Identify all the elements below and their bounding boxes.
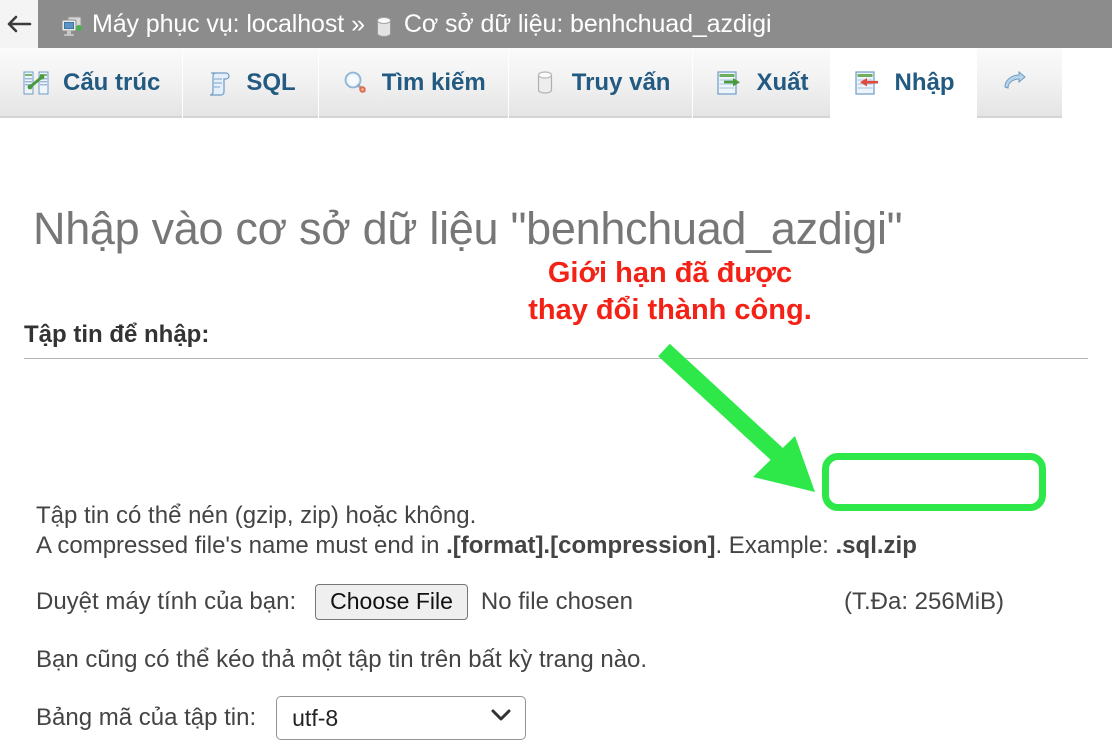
compression-note: Tập tin có thể nén (gzip, zip) hoặc khôn… (36, 502, 477, 529)
tab-structure[interactable]: Cấu trúc (0, 48, 184, 118)
filename-note-format: .[format].[compression] (446, 532, 716, 559)
filename-note-example: .sql.zip (835, 532, 917, 559)
charset-select[interactable]: utf-8 (276, 696, 527, 740)
browse-label: Duyệt máy tính của bạn: (36, 588, 297, 616)
choose-file-button[interactable]: Choose File (315, 584, 468, 621)
tab-export[interactable]: Xuất (693, 48, 832, 118)
search-magnifier-icon (341, 69, 369, 97)
import-page: Nhập vào cơ sở dữ liệu "benhchuad_azdigi… (0, 118, 1112, 740)
database-cylinder-icon (372, 15, 396, 39)
section-heading-file-to-import: Tập tin để nhập: (24, 321, 210, 348)
filename-note-middle: . Example: (715, 532, 836, 559)
browse-row: Duyệt máy tính của bạn: Choose File No f… (36, 584, 633, 621)
tab-import[interactable]: Nhập (831, 48, 978, 118)
tab-sql[interactable]: SQL (183, 48, 319, 118)
main-tab-bar: Cấu trúc SQL Tìm kiếm Truy vấn Xuất Nhập (0, 48, 1112, 118)
tab-label: Xuất (756, 69, 809, 96)
chevron-down-icon (491, 709, 511, 727)
tab-label: Truy vấn (571, 69, 671, 96)
tab-operations[interactable] (977, 48, 1064, 118)
page-title: Nhập vào cơ sở dữ liệu "benhchuad_azdigi… (33, 203, 903, 255)
back-arrow-icon (6, 13, 32, 35)
tab-label: Nhập (894, 69, 955, 96)
charset-label: Bảng mã của tập tin: (36, 704, 257, 731)
filename-format-note: A compressed file's name must end in .[f… (36, 531, 917, 560)
tab-query[interactable]: Truy vấn (508, 48, 694, 118)
charset-selected-value: utf-8 (292, 704, 339, 731)
server-monitor-icon (60, 15, 84, 39)
dragdrop-note: Bạn cũng có thể kéo thả một tập tin trên… (36, 646, 648, 673)
import-icon (853, 69, 881, 97)
back-button[interactable] (0, 0, 38, 48)
export-icon (715, 69, 743, 97)
breadcrumb-server-link[interactable]: Máy phục vụ: localhost (92, 11, 344, 37)
annotation-callout-text: Giới hạn đã được thay đổi thành công. (528, 257, 812, 326)
operations-icon (999, 69, 1027, 97)
breadcrumb-bar: Máy phục vụ: localhost » Cơ sở dữ liệu: … (0, 0, 1112, 48)
sql-scroll-icon (205, 69, 233, 97)
breadcrumb-separator: » (351, 9, 365, 38)
charset-row: Bảng mã của tập tin: utf-8 (36, 696, 527, 740)
tab-search[interactable]: Tìm kiếm (318, 48, 509, 118)
max-upload-size-text: (T.Đa: 256MiB) (844, 588, 1005, 615)
filename-note-prefix: A compressed file's name must end in (36, 532, 447, 559)
query-cylinder-icon (531, 69, 559, 97)
section-divider (24, 358, 1088, 359)
structure-icon (22, 69, 50, 97)
tab-label: Tìm kiếm (381, 69, 486, 96)
tab-label: Cấu trúc (63, 69, 161, 96)
breadcrumb-database-link[interactable]: Cơ sở dữ liệu: benhchuad_azdigi (404, 11, 772, 37)
breadcrumb: Máy phục vụ: localhost » Cơ sở dữ liệu: … (38, 9, 772, 39)
tab-label: SQL (246, 69, 296, 96)
file-status-text: No file chosen (480, 588, 633, 616)
